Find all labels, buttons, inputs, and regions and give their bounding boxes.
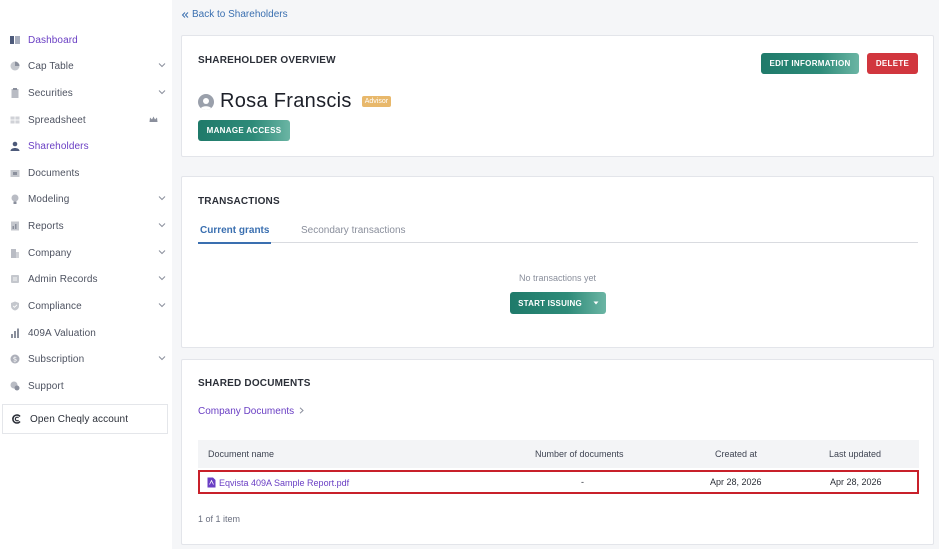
chevron-down-icon [158,354,166,362]
column-header-number-of-documents[interactable]: Number of documents [535,449,624,459]
sidebar-item-support[interactable]: Support [10,377,170,395]
sidebar: Dashboard Cap Table Securities Spreadshe… [0,0,172,549]
crown-icon [149,115,158,124]
chevron-down-icon [158,61,166,69]
shared-documents-title: SHARED DOCUMENTS [198,378,311,389]
column-header-last-updated[interactable]: Last updated [829,449,881,459]
open-cheqly-account-button[interactable]: Open Cheqly account [2,404,168,434]
building-icon [10,248,20,258]
start-issuing-button[interactable]: START ISSUING [510,292,586,314]
table-header: Document name Number of documents Create… [198,440,919,468]
transactions-card: TRANSACTIONS Current grants Secondary tr… [181,176,934,348]
sidebar-item-spreadsheet[interactable]: Spreadsheet [10,111,170,129]
start-issuing-split-button: START ISSUING [510,292,606,314]
delete-button[interactable]: DELETE [867,53,918,74]
sidebar-item-label: Compliance [28,300,82,312]
chevron-down-icon [158,221,166,229]
dashboard-icon [10,35,20,45]
folder-icon [10,168,20,178]
caret-down-icon[interactable] [586,292,606,314]
sidebar-item-compliance[interactable]: Compliance [10,297,170,315]
pagination-text: 1 of 1 item [198,514,241,524]
shareholder-name: Rosa Franscis [220,90,352,112]
avatar [198,93,214,110]
shield-icon [10,301,20,311]
role-badge: Advisor [361,96,392,107]
sidebar-item-label: Documents [28,167,80,179]
pie-chart-icon [10,61,20,71]
sidebar-item-admin-records[interactable]: Admin Records [10,270,170,288]
spreadsheet-icon [10,115,20,125]
report-icon [10,221,20,231]
double-chevron-left-icon [181,11,189,19]
transactions-tabs: Current grants Secondary transactions [198,221,918,244]
sidebar-item-label: 409A Valuation [28,327,96,339]
document-last-updated: Apr 28, 2026 [830,477,882,487]
sidebar-item-409a-valuation[interactable]: 409A Valuation [10,324,170,342]
bar-chart-icon [10,328,20,338]
sidebar-item-dashboard[interactable]: Dashboard [10,31,170,49]
company-documents-label: Company Documents [198,406,295,417]
sidebar-item-label: Company [28,247,72,259]
person-icon [10,141,20,151]
transactions-title: TRANSACTIONS [198,196,280,207]
shared-documents-card: SHARED DOCUMENTS Company Documents Docum… [181,359,934,545]
sidebar-item-label: Admin Records [28,273,98,285]
shareholder-name-row: Rosa Franscis Advisor [198,90,392,113]
back-to-shareholders-link[interactable]: Back to Shareholders [181,9,288,20]
sidebar-item-reports[interactable]: Reports [10,217,170,235]
manage-access-button[interactable]: MANAGE ACCESS [198,120,290,141]
sidebar-item-label: Subscription [28,353,85,365]
cheqly-logo-icon [12,414,22,424]
empty-state-text: No transactions yet [518,273,597,283]
back-link-label: Back to Shareholders [192,9,288,20]
tab-secondary-transactions[interactable]: Secondary transactions [299,225,408,242]
cheqly-label: Open Cheqly account [30,413,129,425]
sidebar-item-label: Shareholders [28,140,89,152]
sidebar-item-label: Securities [28,87,73,99]
document-name: Eqvista 409A Sample Report.pdf [219,477,350,488]
sidebar-item-securities[interactable]: Securities [10,84,170,102]
sidebar-item-cap-table[interactable]: Cap Table [10,57,170,75]
chevron-down-icon [158,301,166,309]
chevron-down-icon [158,274,166,282]
sidebar-item-shareholders[interactable]: Shareholders [10,137,170,155]
edit-information-button[interactable]: EDIT INFORMATION [761,53,859,74]
chevron-down-icon [158,88,166,96]
sidebar-item-company[interactable]: Company [10,244,170,262]
dollar-icon: $ [10,354,20,364]
chevron-down-icon [158,194,166,202]
chevron-down-icon [158,248,166,256]
support-icon [10,381,20,391]
shareholder-overview-title: SHAREHOLDER OVERVIEW [198,55,336,66]
svg-text:$: $ [13,356,17,364]
table-row[interactable]: Eqvista 409A Sample Report.pdf - Apr 28,… [198,470,919,494]
pdf-file-icon [207,477,216,488]
sidebar-item-label: Cap Table [28,60,74,72]
document-created-at: Apr 28, 2026 [710,477,762,487]
sidebar-item-subscription[interactable]: $ Subscription [10,350,170,368]
column-header-document-name[interactable]: Document name [208,449,274,459]
company-documents-link[interactable]: Company Documents [198,406,305,417]
shareholder-overview-card: SHAREHOLDER OVERVIEW EDIT INFORMATION DE… [181,35,934,157]
column-header-created-at[interactable]: Created at [715,449,757,459]
documents-table: Document name Number of documents Create… [198,440,919,494]
chevron-right-icon [294,406,305,417]
sidebar-item-label: Reports [28,220,64,232]
records-icon [10,274,20,284]
document-count: - [581,477,584,487]
sidebar-item-label: Spreadsheet [28,114,86,126]
document-link[interactable]: Eqvista 409A Sample Report.pdf [207,477,349,488]
lightbulb-icon [10,194,20,204]
sidebar-item-label: Modeling [28,193,70,205]
clipboard-icon [10,88,20,98]
sidebar-item-modeling[interactable]: Modeling [10,190,170,208]
sidebar-item-label: Dashboard [28,34,78,46]
sidebar-item-label: Support [28,380,64,392]
tab-current-grants[interactable]: Current grants [198,225,272,244]
sidebar-item-documents[interactable]: Documents [10,164,170,182]
